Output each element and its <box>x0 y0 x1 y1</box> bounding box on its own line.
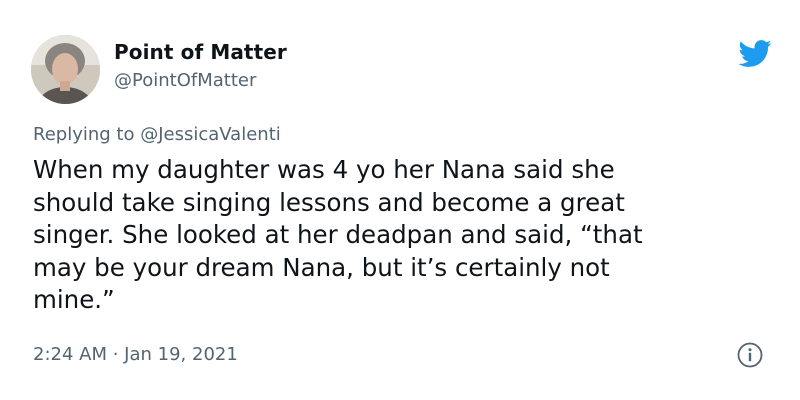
replying-to: Replying to @JessicaValenti <box>33 124 281 145</box>
twitter-bird-icon[interactable] <box>737 39 772 68</box>
author-handle[interactable]: @PointOfMatter <box>114 70 256 91</box>
tweet-time: 2:24 AM <box>33 344 107 365</box>
meta-separator: · <box>107 344 125 365</box>
tweet-text-line: should take singing lessons and become a… <box>33 187 625 217</box>
info-icon[interactable] <box>737 342 763 368</box>
author-display-name[interactable]: Point of Matter <box>114 40 287 64</box>
tweet-text-line: When my daughter was 4 yo her Nana said … <box>33 155 615 184</box>
tweet-card: Point of Matter @PointOfMatter Replying … <box>0 0 800 400</box>
tweet-date: Jan 19, 2021 <box>124 344 238 365</box>
replying-to-label: Replying to <box>33 124 141 145</box>
tweet-text-line: singer. She looked at her deadpan and sa… <box>33 220 643 249</box>
tweet-text: When my daughter was 4 yo her Nana said … <box>33 154 763 317</box>
profile-photo-icon <box>31 35 100 104</box>
reply-mention-link[interactable]: @JessicaValenti <box>140 124 281 145</box>
tweet-timestamp[interactable]: 2:24 AM · Jan 19, 2021 <box>33 344 238 365</box>
tweet-text-line: mine.” <box>33 285 115 314</box>
tweet-text-line: may be your dream Nana, but it’s certain… <box>33 252 610 282</box>
avatar[interactable] <box>31 35 100 104</box>
